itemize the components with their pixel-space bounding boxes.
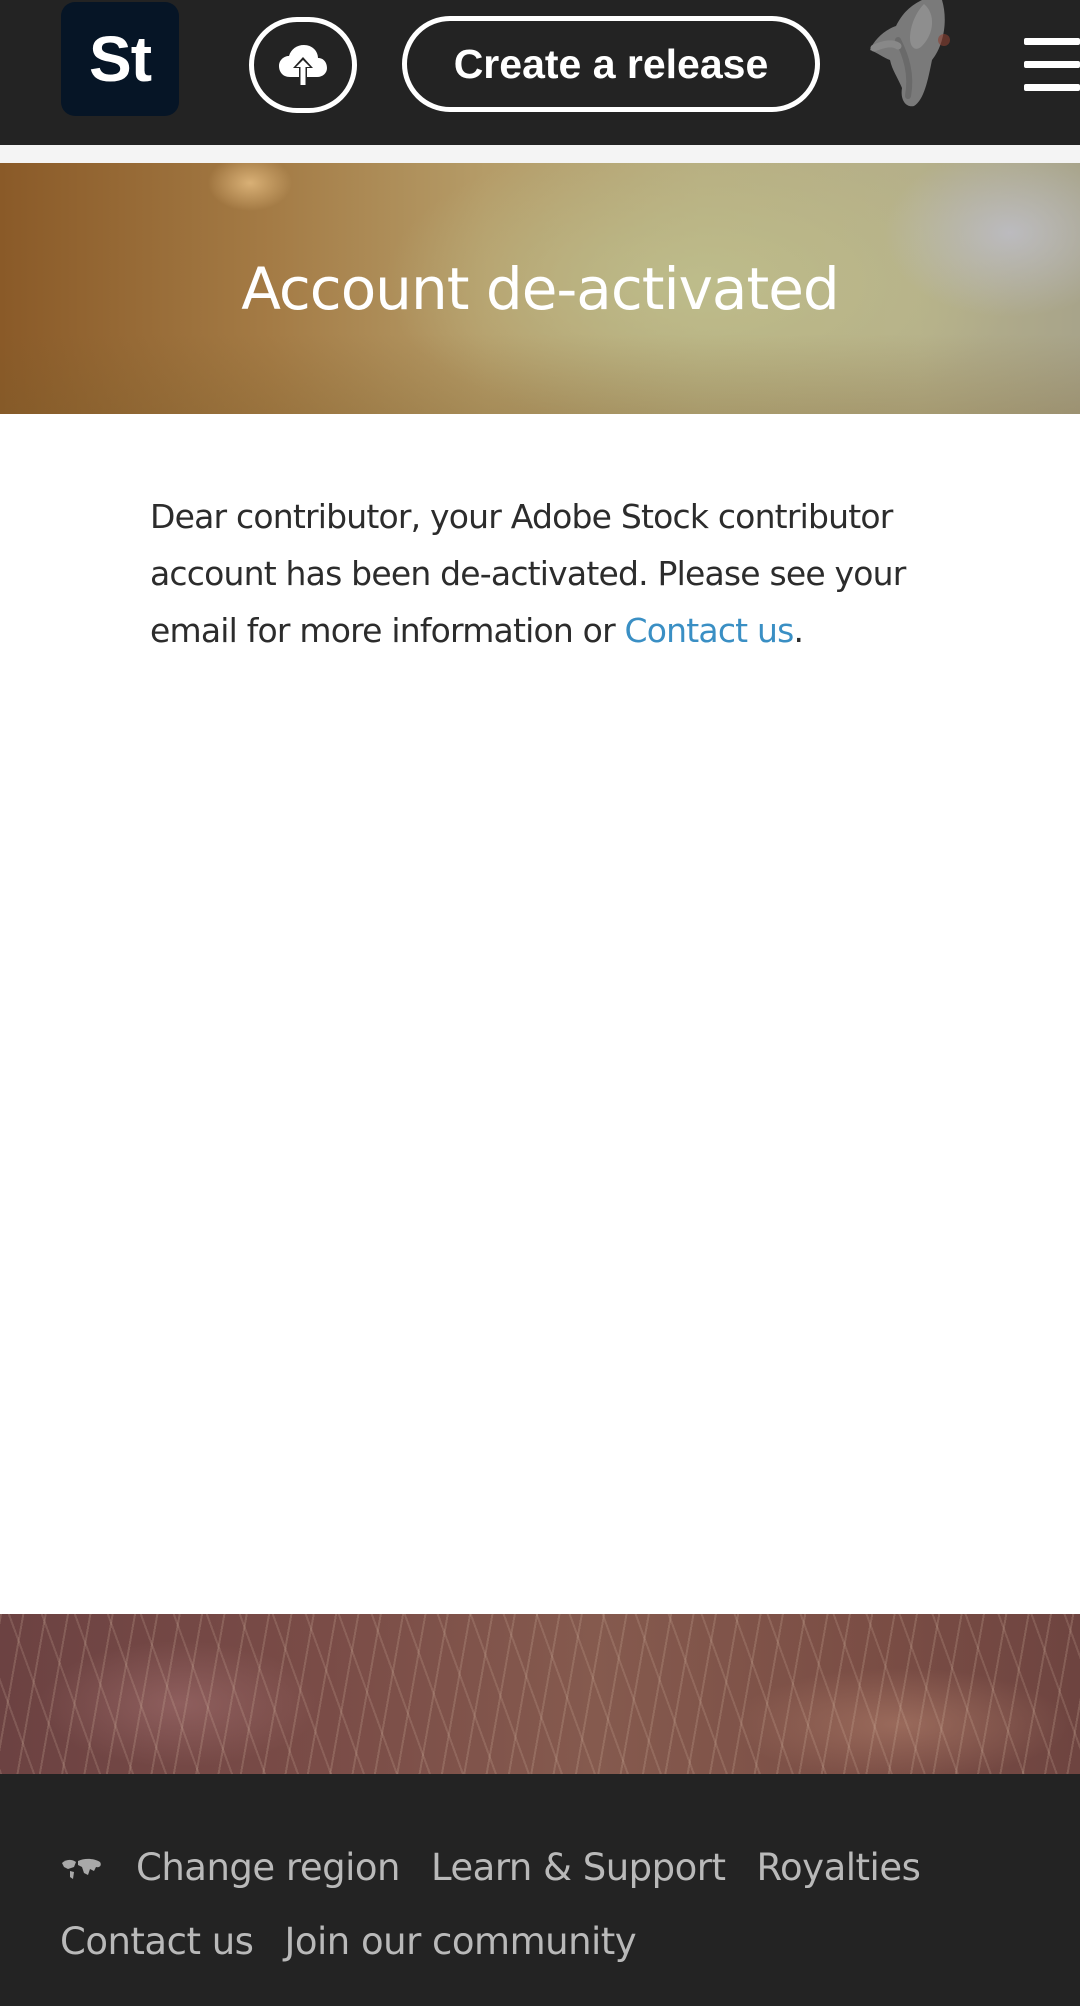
footer-row: Change region Learn & Support Royalties — [60, 1846, 951, 1889]
upload-button[interactable] — [249, 17, 357, 113]
header-divider — [0, 145, 1080, 163]
avatar-image — [870, 0, 950, 107]
hero-banner: Account de-activated — [0, 163, 1080, 414]
contact-us-link[interactable]: Contact us — [625, 611, 795, 650]
footer-link-learn-support[interactable]: Learn & Support — [431, 1846, 726, 1889]
deactivation-message: Dear contributor, your Adobe Stock contr… — [150, 488, 990, 659]
footer-link-join-community[interactable]: Join our community — [284, 1920, 636, 1963]
footer-link-royalties[interactable]: Royalties — [757, 1846, 921, 1889]
globe-icon — [62, 1858, 101, 1879]
footer: Change region Learn & Support Royalties … — [0, 1774, 1080, 2006]
adobe-stock-logo[interactable]: St — [61, 2, 179, 116]
page: St Create a release Account de-activated… — [0, 0, 1080, 2006]
footer-link-contact-us[interactable]: Contact us — [60, 1920, 254, 1963]
create-release-label: Create a release — [453, 40, 769, 87]
top-header: St Create a release — [0, 0, 1080, 145]
avatar[interactable] — [862, 0, 952, 110]
message-trailing: . — [793, 611, 804, 650]
footer-row: Contact us Join our community — [60, 1920, 667, 1963]
hamburger-menu-icon[interactable] — [1024, 38, 1080, 92]
footer-link-change-region[interactable]: Change region — [136, 1846, 400, 1889]
cloud-upload-icon — [279, 45, 327, 85]
footer-image-band — [0, 1614, 1080, 1774]
page-title: Account de-activated — [241, 254, 839, 323]
logo-text: St — [89, 23, 152, 95]
create-release-button[interactable]: Create a release — [402, 16, 820, 112]
